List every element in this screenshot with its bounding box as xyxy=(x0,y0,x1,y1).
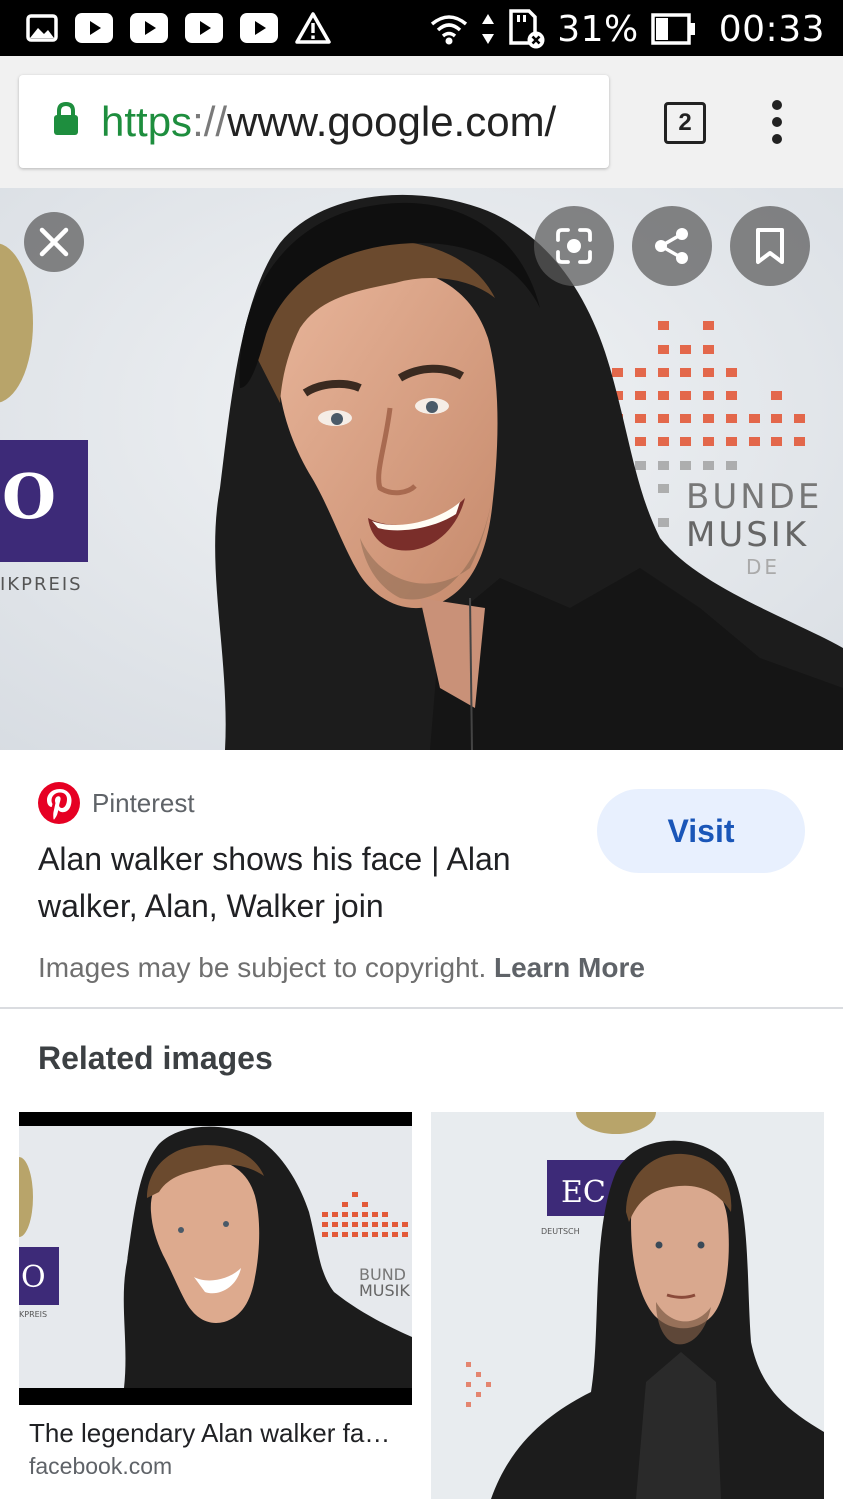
related-2-text-ec: EC xyxy=(561,1175,606,1210)
banner-text-bunde: BUNDE xyxy=(686,477,822,517)
lens-icon xyxy=(556,228,592,264)
preview-image: O IKPREIS BUNDE MUSIK DE xyxy=(0,188,843,750)
preview-photo: O IKPREIS BUNDE MUSIK DE xyxy=(0,188,843,750)
related-images-heading: Related images xyxy=(38,1040,273,1076)
tab-count: 2 xyxy=(678,109,692,136)
banner-text-ikpreis: IKPREIS xyxy=(0,574,83,595)
tab-switcher-button[interactable]: 2 xyxy=(664,102,706,144)
source-name: Pinterest xyxy=(92,787,195,818)
banner-text-musik: MUSIK xyxy=(686,515,809,555)
related-image-2[interactable]: EC DEUTSCH xyxy=(431,1112,824,1499)
related-2-text-deutsch: DEUTSCH xyxy=(541,1227,580,1236)
divider xyxy=(0,1007,843,1009)
related-image-1[interactable]: O KPREIS BUND MUSIK xyxy=(19,1112,412,1405)
share-icon xyxy=(655,228,688,264)
data-arrows-icon xyxy=(481,12,495,46)
related-photo-2: EC DEUTSCH xyxy=(431,1112,824,1499)
related-1-title[interactable]: The legendary Alan walker fa… xyxy=(29,1418,409,1449)
close-button[interactable] xyxy=(24,212,84,272)
bookmark-button[interactable] xyxy=(730,206,810,286)
learn-more-link[interactable]: Learn More xyxy=(494,952,645,983)
related-1-text-o: O xyxy=(21,1260,46,1295)
lock-icon xyxy=(53,101,79,141)
address-bar[interactable]: https://www.google.com/ xyxy=(19,75,609,168)
visit-button[interactable]: Visit xyxy=(597,789,805,873)
status-bar: 31% 00:33 xyxy=(0,0,843,56)
overflow-menu-icon[interactable] xyxy=(764,100,790,144)
browser-toolbar: https://www.google.com/ 2 xyxy=(0,56,843,188)
related-1-text-musik: MUSIK xyxy=(359,1281,410,1300)
close-icon xyxy=(39,227,69,257)
banner-text-o: O xyxy=(2,460,56,533)
youtube-icon xyxy=(75,13,113,43)
sd-card-icon xyxy=(507,9,545,49)
copyright-notice: Images may be subject to copyright. Lear… xyxy=(38,952,645,984)
source-row[interactable]: Pinterest xyxy=(38,782,195,824)
bookmark-icon xyxy=(756,228,784,264)
clock: 00:33 xyxy=(718,8,825,50)
url-host: www.google.com/ xyxy=(227,97,557,145)
battery-icon xyxy=(651,13,697,45)
url-scheme: https xyxy=(101,97,193,145)
battery-percent: 31% xyxy=(557,8,639,50)
banner-text-de: DE xyxy=(746,555,780,579)
lens-button[interactable] xyxy=(534,206,614,286)
url-separator: :// xyxy=(192,97,228,145)
related-photo-1: O KPREIS BUND MUSIK xyxy=(19,1126,412,1388)
copyright-text: Images may be subject to copyright. xyxy=(38,952,487,983)
youtube-icon xyxy=(185,13,223,43)
notification-icons xyxy=(26,12,331,44)
image-icon xyxy=(26,12,58,44)
url-text: https://www.google.com/ xyxy=(101,98,556,146)
warning-icon xyxy=(295,12,331,44)
pinterest-logo-icon xyxy=(38,782,80,824)
youtube-icon xyxy=(240,13,278,43)
related-1-text-kpreis: KPREIS xyxy=(19,1310,47,1319)
related-1-domain: facebook.com xyxy=(29,1453,173,1479)
result-title[interactable]: Alan walker shows his face | Alan walker… xyxy=(38,836,578,930)
wifi-icon xyxy=(429,12,469,46)
share-button[interactable] xyxy=(632,206,712,286)
youtube-icon xyxy=(130,13,168,43)
system-icons: 31% 00:33 xyxy=(429,4,825,54)
